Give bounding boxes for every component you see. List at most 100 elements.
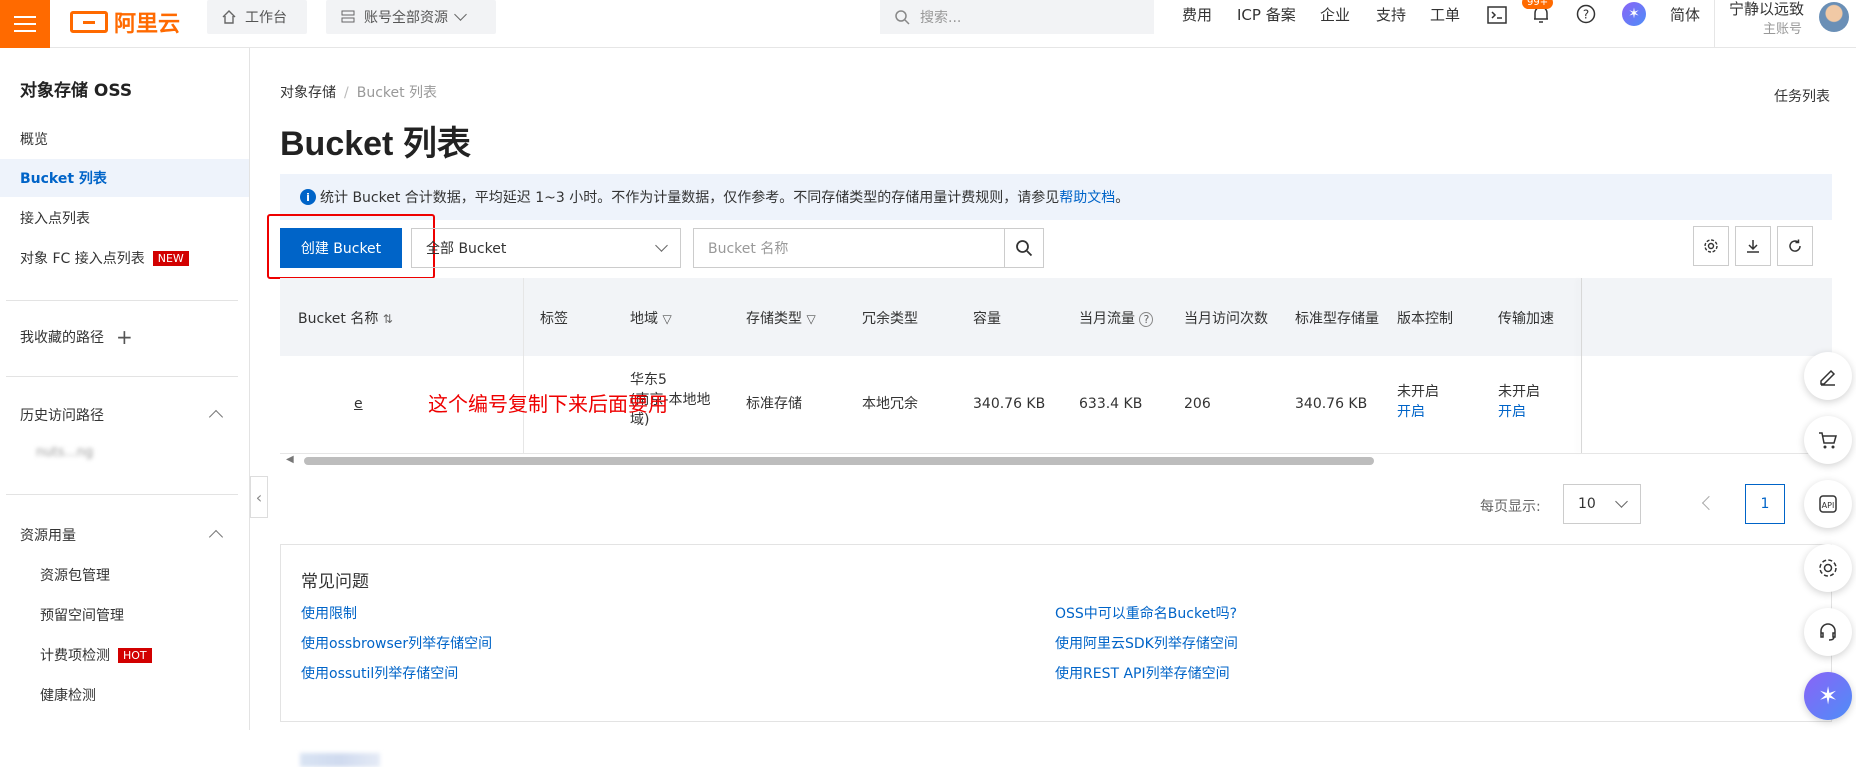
api-button[interactable]: API: [1804, 480, 1852, 528]
favorites-label: 我收藏的路径: [20, 330, 104, 346]
sidebar-item-overview[interactable]: 概览: [0, 120, 249, 158]
sidebar-item-reserved-space[interactable]: 预留空间管理: [0, 596, 249, 634]
workbench-label: 工作台: [245, 10, 287, 26]
page-size-select[interactable]: 10: [1563, 484, 1641, 524]
page-number-button[interactable]: 1: [1745, 484, 1785, 524]
enable-accel-link[interactable]: 开启: [1498, 402, 1540, 422]
sidebar-item-access-points[interactable]: 接入点列表: [0, 199, 249, 237]
bucket-name-search-input[interactable]: Bucket 名称: [693, 228, 1005, 268]
scrollbar-thumb[interactable]: [304, 457, 1374, 465]
faq-title: 常见问题: [301, 572, 369, 592]
task-list-link[interactable]: 任务列表: [1774, 86, 1830, 106]
cart-button[interactable]: [1804, 416, 1852, 464]
redundancy-cell: 本地冗余: [862, 396, 918, 412]
bucket-table: Bucket 名称 ⇅ 标签 地域 ▽ 存储类型 ▽ 冗余类型 容量 当月流量 …: [280, 278, 1832, 767]
visits-cell: 206: [1184, 396, 1211, 412]
versioning-cell: 未开启 开启: [1397, 382, 1439, 422]
avatar[interactable]: [1819, 2, 1849, 32]
filter-icon[interactable]: ▽: [662, 312, 671, 326]
scroll-left-arrow-icon[interactable]: ◀: [286, 454, 294, 465]
faq-link[interactable]: 使用REST API列举存储空间: [1055, 663, 1230, 683]
settings-float-button[interactable]: [1804, 544, 1852, 592]
user-role: 主账号: [1763, 22, 1803, 37]
sort-icon[interactable]: ⇅: [383, 312, 393, 326]
gear-icon: [1819, 559, 1837, 577]
nav-icp[interactable]: ICP 备案: [1237, 4, 1296, 25]
resources-dropdown[interactable]: 账号全部资源: [326, 0, 496, 34]
bucket-name-link[interactable]: e: [354, 394, 363, 414]
aliyun-logo[interactable]: 阿里云: [70, 6, 180, 38]
language-switch[interactable]: 简体: [1670, 4, 1700, 25]
top-navbar: 阿里云 工作台 账号全部资源 搜索... 费用 ICP 备案 企业 支持 工单 …: [0, 0, 1856, 48]
col-standard-storage: 标准型存储量: [1295, 311, 1379, 327]
help-icon[interactable]: ?: [1576, 4, 1596, 24]
pencil-icon: [1820, 369, 1836, 386]
workbench-button[interactable]: 工作台: [207, 0, 307, 34]
chevron-down-icon: [655, 239, 668, 252]
bucket-name-masked: [300, 753, 380, 767]
sidebar-item-resource-packages[interactable]: 资源包管理: [0, 556, 249, 594]
cart-icon: [1819, 432, 1837, 449]
edit-button[interactable]: [1804, 352, 1852, 400]
sidebar-item-fc-access-points[interactable]: 对象 FC 接入点列表 NEW: [0, 239, 249, 277]
sidebar-item-health-check[interactable]: 健康检测: [0, 676, 249, 714]
nav-support[interactable]: 支持: [1376, 4, 1406, 25]
ai-assistant-button[interactable]: ✶: [1804, 672, 1852, 720]
filter-icon[interactable]: ▽: [806, 312, 815, 326]
usage-label: 资源用量: [20, 528, 76, 544]
faq-link[interactable]: 使用限制: [301, 603, 357, 623]
ai-assistant-icon[interactable]: ✶: [1622, 2, 1646, 26]
sidebar-divider: [6, 494, 238, 495]
support-button[interactable]: [1804, 608, 1852, 656]
column-label: 存储类型: [746, 311, 802, 327]
prev-page-button[interactable]: [1701, 495, 1717, 511]
col-monthly-visits: 当月访问次数: [1184, 311, 1268, 327]
table-horizontal-scrollbar[interactable]: ◀: [280, 454, 1832, 468]
col-transfer-accel: 传输加速: [1498, 311, 1554, 327]
faq-link[interactable]: 使用ossutil列举存储空间: [301, 663, 458, 683]
terminal-icon[interactable]: [1487, 6, 1507, 24]
standard-storage-cell: 340.76 KB: [1295, 396, 1368, 412]
user-menu[interactable]: 宁静以远致 主账号: [1714, 0, 1856, 48]
col-storage-type: 存储类型 ▽: [746, 308, 816, 328]
accel-status: 未开启: [1498, 384, 1540, 400]
help-doc-link[interactable]: 帮助文档: [1059, 187, 1115, 207]
search-placeholder: Bucket 名称: [708, 241, 789, 257]
menu-icon[interactable]: [0, 0, 50, 48]
sparkle-icon: ✶: [1817, 682, 1839, 710]
sidebar-collapse-button[interactable]: ‹: [250, 476, 268, 518]
faq-link[interactable]: 使用ossbrowser列举存储空间: [301, 633, 492, 653]
chevron-up-icon[interactable]: [208, 409, 224, 425]
page-size-value: 10: [1578, 496, 1596, 512]
sidebar-favorites[interactable]: 我收藏的路径 +: [0, 318, 249, 356]
sidebar-history[interactable]: 历史访问路径: [0, 396, 249, 434]
bucket-filter-select[interactable]: 全部 Bucket: [411, 228, 681, 268]
region-line: 华东5: [630, 372, 667, 388]
chevron-up-icon[interactable]: [208, 529, 224, 545]
logo-text: 阿里云: [114, 12, 181, 37]
sidebar-title: 对象存储 OSS: [20, 81, 133, 101]
settings-button[interactable]: [1693, 226, 1729, 266]
faq-link[interactable]: OSS中可以重命名Bucket吗?: [1055, 603, 1237, 623]
refresh-button[interactable]: [1777, 226, 1813, 266]
col-bucket-name[interactable]: Bucket 名称 ⇅: [298, 308, 393, 328]
history-item[interactable]: nuts...ng: [36, 445, 93, 460]
search-button[interactable]: [1004, 228, 1044, 268]
global-search-input[interactable]: 搜索...: [880, 0, 1154, 34]
sidebar-usage[interactable]: 资源用量: [0, 516, 249, 554]
sidebar-item-label: 资源包管理: [40, 568, 110, 584]
add-icon[interactable]: +: [116, 325, 133, 349]
nav-enterprise[interactable]: 企业: [1320, 4, 1350, 25]
nav-fees[interactable]: 费用: [1182, 4, 1212, 25]
nav-ticket[interactable]: 工单: [1430, 4, 1460, 25]
help-icon[interactable]: ?: [1139, 312, 1154, 327]
info-banner: i 统计 Bucket 合计数据，平均延迟 1~3 小时。不作为计量数据，仅作参…: [280, 174, 1832, 220]
breadcrumb-current: Bucket 列表: [356, 85, 438, 101]
sidebar-item-billing-check[interactable]: 计费项检测 HOT: [0, 636, 249, 674]
faq-link[interactable]: 使用阿里云SDK列举存储空间: [1055, 633, 1238, 653]
breadcrumb-oss[interactable]: 对象存储: [280, 85, 336, 101]
col-monthly-traffic: 当月流量 ?: [1079, 308, 1154, 328]
sidebar-item-bucket-list[interactable]: Bucket 列表: [0, 159, 249, 197]
download-button[interactable]: [1735, 226, 1771, 266]
enable-versioning-link[interactable]: 开启: [1397, 402, 1439, 422]
